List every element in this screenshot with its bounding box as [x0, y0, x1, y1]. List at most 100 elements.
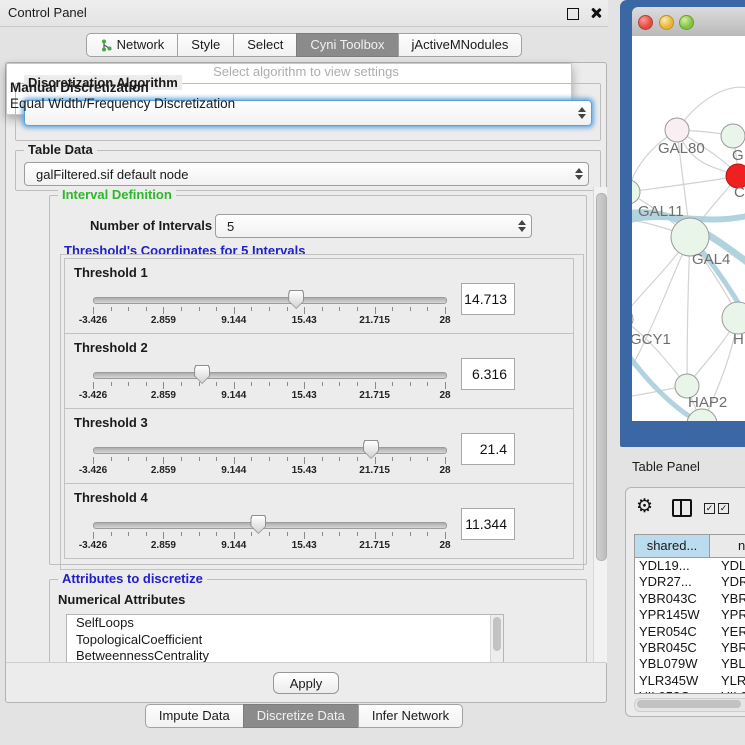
- table-row[interactable]: YBR043CYBR0: [635, 591, 745, 607]
- tick-mark: [375, 457, 376, 464]
- column-header-shared-name[interactable]: shared...: [635, 535, 710, 557]
- list-item-betweennesscentrality[interactable]: BetweennessCentrality: [67, 648, 503, 663]
- slider-track[interactable]: [93, 522, 447, 529]
- split-columns-icon[interactable]: [672, 499, 692, 517]
- gear-icon[interactable]: ⚙: [636, 494, 653, 520]
- control-panel-tabstrip: NetworkStyleSelectCyni ToolboxjActiveMNo…: [0, 33, 608, 57]
- tick-mark: [392, 382, 393, 386]
- tab-discretize-data[interactable]: Discretize Data: [243, 704, 359, 728]
- tick-mark: [111, 457, 112, 461]
- tick-mark: [392, 532, 393, 536]
- table-row[interactable]: YLR345WYLR3: [635, 673, 745, 689]
- interval-definition-label: Interval Definition: [58, 187, 176, 202]
- tab-cyni-toolbox[interactable]: Cyni Toolbox: [296, 33, 398, 57]
- tick-mark: [357, 382, 358, 386]
- number-of-intervals-combobox[interactable]: 5: [215, 214, 532, 238]
- threshold-value-input[interactable]: [461, 283, 515, 315]
- network-node-h[interactable]: [722, 302, 745, 334]
- tab-network[interactable]: Network: [86, 33, 179, 57]
- table-row[interactable]: YIL052CYIL0: [635, 689, 745, 694]
- table-horizontal-scrollbar[interactable]: [634, 698, 745, 712]
- tab-style[interactable]: Style: [177, 33, 234, 57]
- table-panel-title: Table Panel: [632, 448, 700, 486]
- slider-track[interactable]: [93, 447, 447, 454]
- tick-mark: [93, 382, 94, 389]
- cell-name: YIL0: [713, 689, 745, 694]
- node-label: GCY1: [632, 331, 671, 348]
- node-table[interactable]: shared... na YDL19...YDL1YDR27...YDR2YBR…: [634, 534, 745, 694]
- table-row[interactable]: YDL19...YDL1: [635, 558, 745, 574]
- tick-mark: [392, 307, 393, 311]
- table-row[interactable]: YBR045CYBR0: [635, 640, 745, 656]
- threshold-value-input[interactable]: [461, 433, 515, 465]
- tick-mark: [339, 457, 340, 461]
- tick-label: 21.715: [359, 315, 390, 326]
- tab-jactivemnodules[interactable]: jActiveMNodules: [398, 33, 523, 57]
- tick-mark: [128, 532, 129, 536]
- tab-select[interactable]: Select: [233, 33, 297, 57]
- network-node-gal80[interactable]: [665, 118, 689, 142]
- network-node-g[interactable]: [721, 124, 745, 148]
- attributes-group: Attributes to discretize Numerical Attri…: [49, 579, 587, 663]
- table-row[interactable]: YER054CYER0: [635, 624, 745, 640]
- table-scrollbar-thumb[interactable]: [637, 700, 741, 708]
- table-row[interactable]: YBL079WYBL0: [635, 656, 745, 672]
- table-row[interactable]: YPR145WYPR1: [635, 607, 745, 623]
- tick-label: 2.859: [151, 390, 176, 401]
- list-scrollbar-thumb[interactable]: [493, 617, 501, 651]
- tick-mark: [181, 307, 182, 311]
- tick-mark: [216, 457, 217, 461]
- close-traffic-light-icon[interactable]: [638, 15, 653, 30]
- checkbox-icon[interactable]: ✓: [718, 503, 729, 514]
- tick-mark: [322, 532, 323, 536]
- tick-mark: [339, 532, 340, 536]
- threshold-value-input[interactable]: [461, 508, 515, 540]
- numerical-attributes-list[interactable]: SelfLoopsTopologicalCoefficientBetweenne…: [66, 614, 504, 663]
- network-node-gal11[interactable]: [632, 180, 640, 204]
- tick-mark: [322, 307, 323, 311]
- table-row[interactable]: YDR27...YDR2: [635, 574, 745, 590]
- tick-mark: [410, 307, 411, 311]
- tick-mark: [234, 307, 235, 314]
- float-window-icon[interactable]: [567, 8, 579, 20]
- dropdown-option-manual-discretization[interactable]: Manual Discretization: [10, 80, 149, 96]
- slider-track[interactable]: [93, 372, 447, 379]
- settings-scrollbar[interactable]: [593, 187, 607, 663]
- tick-label: 21.715: [359, 540, 390, 551]
- list-item-selfloops[interactable]: SelfLoops: [67, 615, 503, 632]
- threshold-value-input[interactable]: [461, 358, 515, 390]
- table-data-combobox[interactable]: galFiltered.sif default node: [24, 162, 589, 186]
- apply-button[interactable]: Apply: [273, 672, 339, 694]
- network-window-titlebar[interactable]: [632, 7, 745, 37]
- column-header-name[interactable]: na: [710, 535, 745, 557]
- list-item-topologicalcoefficient[interactable]: TopologicalCoefficient: [67, 632, 503, 649]
- zoom-traffic-light-icon[interactable]: [679, 15, 694, 30]
- slider-track[interactable]: [93, 297, 447, 304]
- tick-mark: [234, 382, 235, 389]
- cell-shared-name: YPR145W: [635, 607, 713, 623]
- tick-mark: [111, 532, 112, 536]
- tick-label: 9.144: [221, 540, 246, 551]
- threshold-label: Threshold 4: [74, 490, 148, 505]
- tick-mark: [339, 382, 340, 386]
- close-icon[interactable]: [590, 7, 602, 19]
- dropdown-option-equal-width-frequency-discretization[interactable]: Equal Width/Frequency Discretization: [10, 96, 235, 112]
- tick-mark: [445, 307, 446, 314]
- tab-impute-data[interactable]: Impute Data: [145, 704, 244, 728]
- cell-shared-name: YBR045C: [635, 640, 713, 656]
- settings-scrollbar-thumb[interactable]: [596, 193, 607, 561]
- tick-mark: [93, 532, 94, 539]
- network-canvas[interactable]: GAL80GCGAL11GAL4GCY1HHAP2: [632, 36, 745, 421]
- apply-row: Apply: [6, 662, 606, 703]
- list-scrollbar[interactable]: [490, 615, 503, 663]
- minimize-traffic-light-icon[interactable]: [659, 15, 674, 30]
- tick-label: 9.144: [221, 465, 246, 476]
- tick-label: -3.426: [79, 540, 107, 551]
- checkbox-icon[interactable]: ✓: [704, 503, 715, 514]
- tab-infer-network[interactable]: Infer Network: [358, 704, 463, 728]
- cell-shared-name: YIL052C: [635, 689, 713, 694]
- tick-mark: [146, 457, 147, 461]
- tick-mark: [269, 307, 270, 311]
- slider-ticks: [93, 532, 445, 540]
- tick-mark: [93, 307, 94, 314]
